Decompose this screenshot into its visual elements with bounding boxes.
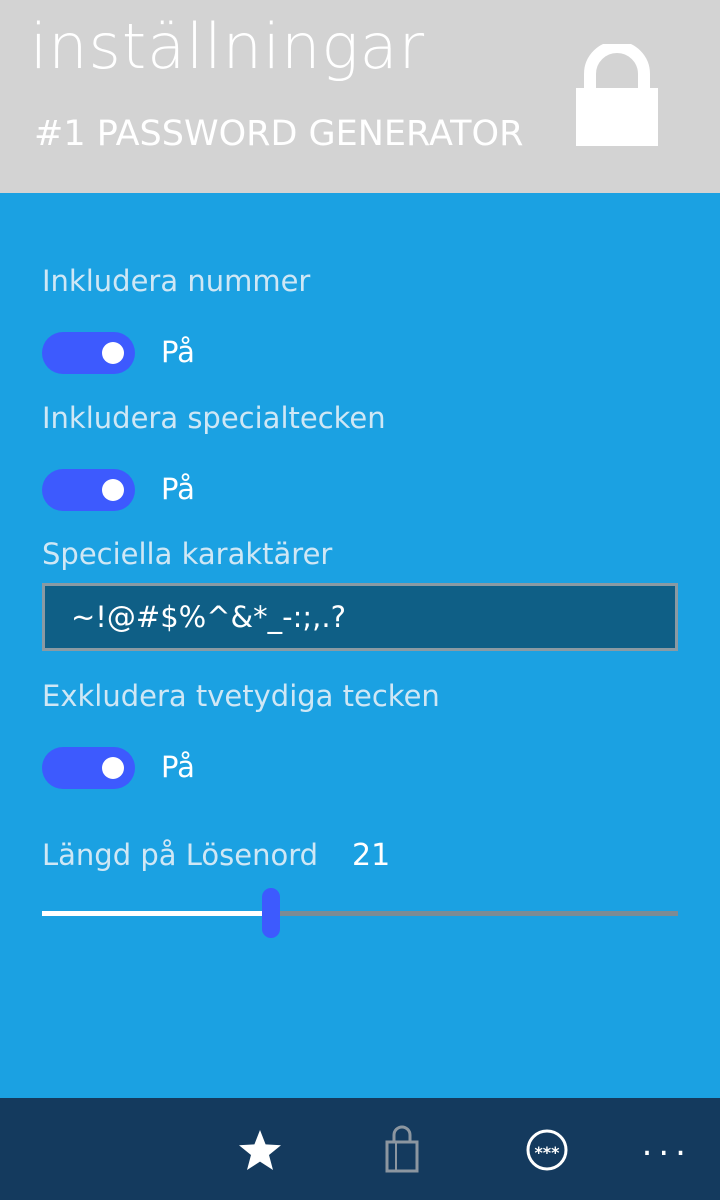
include-numbers-label: Inkludera nummer <box>42 264 311 298</box>
toggle-knob <box>102 342 124 364</box>
include-special-toggle-row[interactable]: På <box>42 469 342 513</box>
lock-icon <box>572 44 662 148</box>
more-options-button[interactable]: ... <box>642 1124 692 1164</box>
include-special-label: Inkludera specialtecken <box>42 401 386 435</box>
exclude-ambiguous-toggle[interactable] <box>42 747 135 789</box>
toggle-knob <box>102 479 124 501</box>
password-length-value: 21 <box>352 838 391 873</box>
star-icon[interactable] <box>232 1122 288 1178</box>
page-header: inställningar #1 PASSWORD GENERATOR <box>0 0 720 193</box>
toggle-knob <box>102 757 124 779</box>
password-length-slider[interactable] <box>42 888 678 938</box>
svg-text:***: *** <box>534 1143 560 1162</box>
shopping-bag-icon[interactable] <box>374 1122 430 1178</box>
include-special-state: På <box>161 472 195 506</box>
app-bar: *** ... <box>0 1098 720 1200</box>
password-length-label: Längd på Lösenord <box>42 838 319 872</box>
password-dots-icon[interactable]: *** <box>519 1122 575 1178</box>
exclude-ambiguous-label: Exkludera tvetydiga tecken <box>42 679 440 713</box>
special-chars-input[interactable] <box>42 583 678 651</box>
page-title: inställningar <box>30 10 426 83</box>
exclude-ambiguous-toggle-row[interactable]: På <box>42 747 342 791</box>
slider-fill <box>42 911 271 916</box>
slider-thumb[interactable] <box>262 888 280 938</box>
app-name: #1 PASSWORD GENERATOR <box>34 114 524 154</box>
exclude-ambiguous-state: På <box>161 750 195 784</box>
special-chars-label: Speciella karaktärer <box>42 537 333 571</box>
include-numbers-toggle-row[interactable]: På <box>42 332 342 376</box>
include-numbers-state: På <box>161 335 195 369</box>
include-special-toggle[interactable] <box>42 469 135 511</box>
include-numbers-toggle[interactable] <box>42 332 135 374</box>
